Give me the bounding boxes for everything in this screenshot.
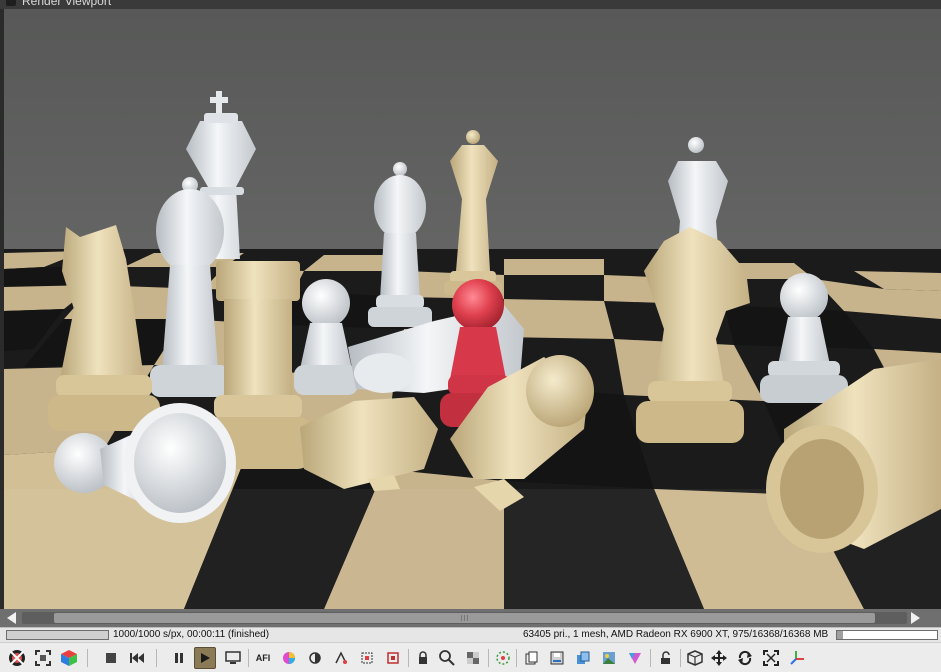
toolbar-separator xyxy=(156,649,157,667)
afi-icon[interactable]: AFI xyxy=(252,647,274,669)
toolbar-separator xyxy=(650,649,651,667)
display-icon[interactable] xyxy=(222,647,244,669)
viewport-toolbar: AFI xyxy=(0,642,941,672)
color-gamut-icon[interactable] xyxy=(624,647,646,669)
color-wheel-icon[interactable] xyxy=(278,647,300,669)
scroll-thumb[interactable] xyxy=(54,613,875,623)
render-status-text: 1000/1000 s/px, 00:00:11 (finished) xyxy=(113,629,270,640)
scroll-right-arrow-icon[interactable] xyxy=(911,612,920,624)
tone-map-icon[interactable] xyxy=(304,647,326,669)
scene-info-text: 63405 pri., 1 mesh, AMD Radeon RX 6900 X… xyxy=(523,629,829,640)
color-cube-icon[interactable] xyxy=(58,647,80,669)
window-titlebar: Render Viewport xyxy=(0,0,941,9)
toolbar-separator xyxy=(408,649,409,667)
scroll-track[interactable] xyxy=(22,612,907,624)
fit-view-icon[interactable] xyxy=(32,647,54,669)
picker-icon[interactable] xyxy=(492,647,514,669)
pause-icon[interactable] xyxy=(168,647,190,669)
play-icon[interactable] xyxy=(194,647,216,669)
save-render-icon[interactable] xyxy=(546,647,568,669)
toolbar-separator xyxy=(516,649,517,667)
vram-usage-fill xyxy=(837,631,843,639)
lock-region-icon[interactable] xyxy=(412,647,434,669)
render-viewport[interactable] xyxy=(4,9,941,609)
axis-gizmo-icon[interactable] xyxy=(786,647,808,669)
zoom-icon[interactable] xyxy=(436,647,458,669)
orbit-rotate-icon[interactable] xyxy=(734,647,756,669)
toolbar-separator xyxy=(248,649,249,667)
export-passes-icon[interactable] xyxy=(572,647,594,669)
unlock-icon[interactable] xyxy=(654,647,676,669)
denoiser-icon[interactable] xyxy=(330,647,352,669)
background-image-icon[interactable] xyxy=(598,647,620,669)
toolbar-separator xyxy=(87,649,88,667)
stop-icon[interactable] xyxy=(100,647,122,669)
window-title: Render Viewport xyxy=(22,0,112,8)
render-image xyxy=(4,9,941,609)
pan-move-icon[interactable] xyxy=(708,647,730,669)
toolbar-separator xyxy=(488,649,489,667)
close-window-button[interactable] xyxy=(6,0,16,6)
scroll-left-arrow-icon[interactable] xyxy=(7,612,16,624)
film-region-icon[interactable] xyxy=(382,647,404,669)
horizontal-scrollbar[interactable] xyxy=(0,609,941,627)
toolbar-separator xyxy=(680,649,681,667)
render-progress-fill xyxy=(7,631,108,639)
copy-clipboard-icon[interactable] xyxy=(520,647,542,669)
scroll-grip-icon xyxy=(460,615,469,621)
restart-icon[interactable] xyxy=(126,647,148,669)
render-progress-bar xyxy=(6,630,109,640)
camera-settings-icon[interactable] xyxy=(6,647,28,669)
camera-view-cube-icon[interactable] xyxy=(684,647,706,669)
vram-usage-bar xyxy=(836,630,938,640)
afi-label: AFI xyxy=(255,653,271,663)
fullscreen-icon[interactable] xyxy=(760,647,782,669)
status-bar: 1000/1000 s/px, 00:00:11 (finished) 6340… xyxy=(0,627,941,642)
region-render-icon[interactable] xyxy=(356,647,378,669)
checker-background-icon[interactable] xyxy=(462,647,484,669)
